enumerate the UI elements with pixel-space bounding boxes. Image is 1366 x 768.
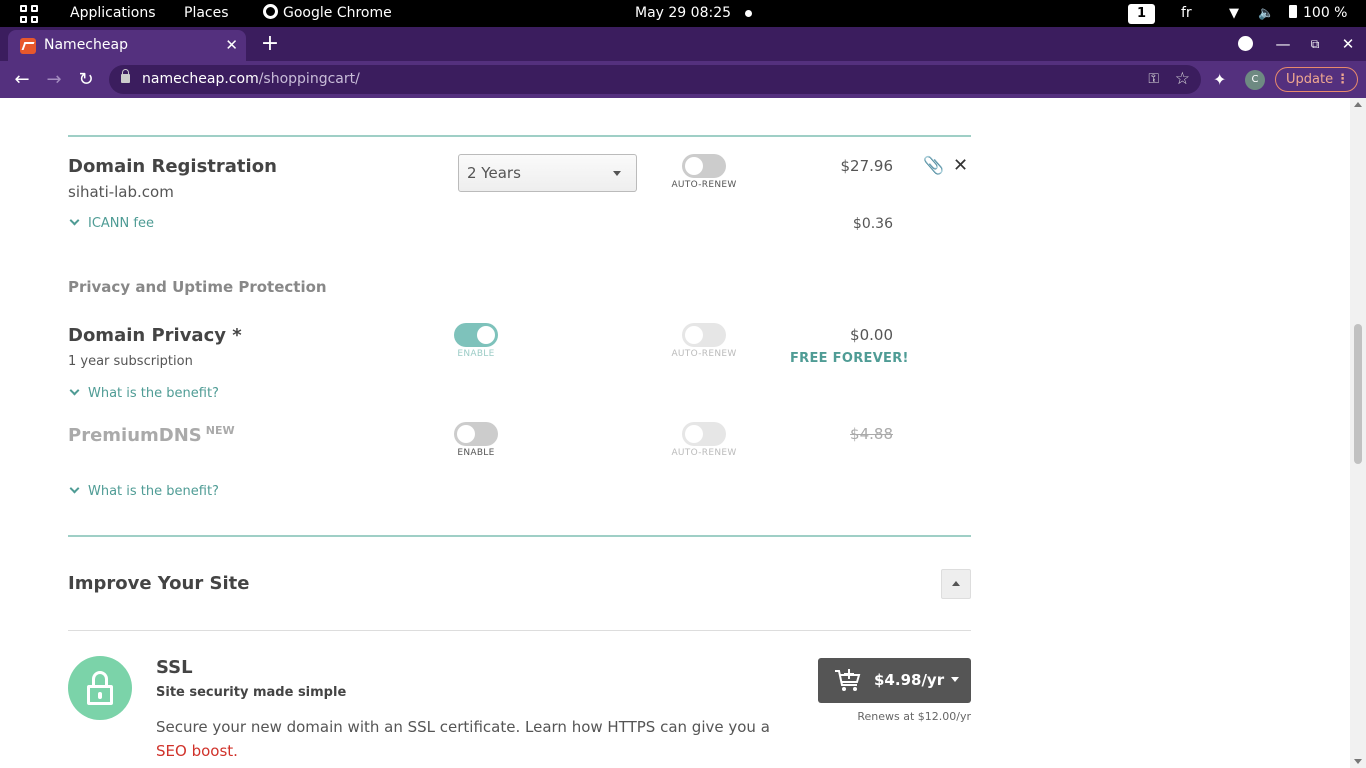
- ssl-title: SSL: [156, 657, 193, 678]
- section-divider: [68, 135, 971, 137]
- domain-auto-renew-toggle[interactable]: [682, 154, 726, 178]
- premium-dns-price: $4.88: [850, 425, 893, 443]
- update-label: Update: [1286, 72, 1334, 87]
- ssl-price: $4.98/yr: [874, 671, 945, 689]
- applications-menu[interactable]: Applications: [70, 0, 156, 27]
- app-name: Google Chrome: [283, 5, 392, 21]
- chrome-icon: [263, 4, 278, 19]
- battery-level: 100 %: [1303, 5, 1348, 21]
- domain-privacy-enable-toggle[interactable]: [454, 323, 498, 347]
- premium-dns-enable-toggle[interactable]: [454, 422, 498, 446]
- tab-title: Namecheap: [44, 37, 128, 53]
- chevron-down-icon: [69, 385, 80, 396]
- ssl-description: Secure your new domain with an SSL certi…: [156, 718, 770, 736]
- new-badge: NEW: [205, 424, 235, 437]
- password-key-icon[interactable]: ⚿: [1148, 65, 1159, 94]
- divider: [68, 630, 971, 631]
- minimize-button[interactable]: —: [1272, 27, 1294, 61]
- chevron-down-icon: [69, 215, 80, 226]
- close-tab-icon[interactable]: ✕: [225, 30, 238, 61]
- scrollbar-thumb[interactable]: [1354, 324, 1362, 464]
- domain-name: sihati-lab.com: [68, 183, 174, 201]
- battery-status[interactable]: 100 %: [1289, 0, 1347, 27]
- free-forever-badge: FREE FOREVER!: [790, 351, 909, 366]
- auto-renew-label: AUTO-RENEW: [671, 180, 737, 190]
- benefit-link-label: What is the benefit?: [88, 484, 219, 499]
- volume-icon[interactable]: 🔈: [1258, 0, 1274, 27]
- tab-namecheap[interactable]: Namecheap ✕: [8, 30, 246, 61]
- premium-dns-title: PremiumDNS NEW: [68, 424, 235, 446]
- profile-avatar[interactable]: C: [1245, 70, 1265, 90]
- app-menu[interactable]: Google Chrome: [263, 0, 392, 27]
- premium-dns-benefit-link[interactable]: What is the benefit?: [68, 483, 219, 499]
- scroll-up-icon[interactable]: [1354, 102, 1362, 107]
- workspace-indicator[interactable]: 1: [1128, 4, 1155, 24]
- enable-label: ENABLE: [457, 349, 495, 359]
- bookmark-star-icon[interactable]: ☆: [1175, 65, 1190, 94]
- app-grid-icon[interactable]: [20, 5, 38, 23]
- url-domain: namecheap.com: [142, 71, 259, 87]
- auto-renew-label: AUTO-RENEW: [671, 349, 737, 359]
- lock-icon[interactable]: [121, 69, 130, 83]
- close-window-button[interactable]: ✕: [1337, 27, 1359, 61]
- domain-privacy-auto-renew-toggle[interactable]: [682, 323, 726, 347]
- registration-period-value: 2 Years: [467, 164, 521, 182]
- collapse-section-button[interactable]: [941, 569, 971, 599]
- more-menu-icon[interactable]: ⋮: [1336, 68, 1349, 91]
- forward-button[interactable]: →: [42, 61, 66, 98]
- ssl-tagline: Site security made simple: [156, 685, 347, 700]
- system-top-bar: Applications Places Google Chrome May 29…: [0, 0, 1366, 27]
- namecheap-favicon-icon: [20, 38, 36, 54]
- chevron-down-icon[interactable]: [951, 677, 959, 682]
- add-ssl-to-cart-button[interactable]: $4.98/yr: [818, 658, 971, 703]
- reload-button[interactable]: ↻: [74, 61, 98, 98]
- extensions-puzzle-icon[interactable]: ✦: [1213, 61, 1226, 98]
- tab-strip: Namecheap ✕: [0, 27, 1366, 61]
- paperclip-icon[interactable]: 📎: [923, 156, 944, 176]
- maximize-button[interactable]: ⧉: [1304, 27, 1326, 61]
- registration-period-select[interactable]: 2 Years: [458, 154, 637, 192]
- premium-dns-name: PremiumDNS: [68, 425, 202, 446]
- scroll-down-icon[interactable]: [1354, 759, 1362, 764]
- domain-registration-title: Domain Registration: [68, 156, 277, 177]
- add-to-cart-icon: [835, 669, 861, 691]
- update-button[interactable]: Update ⋮: [1275, 67, 1358, 92]
- back-button[interactable]: ←: [10, 61, 34, 98]
- icann-fee-label: ICANN fee: [88, 216, 154, 231]
- remove-item-close-icon[interactable]: ✕: [953, 155, 968, 176]
- url-text[interactable]: namecheap.com/shoppingcart/: [142, 65, 360, 94]
- keyboard-layout[interactable]: fr: [1181, 0, 1192, 27]
- page-content: Domain Registration sihati-lab.com 2 Yea…: [0, 98, 1350, 768]
- clock[interactable]: May 29 08:25: [635, 0, 731, 27]
- ssl-lock-icon: [68, 656, 132, 720]
- domain-privacy-subtitle: 1 year subscription: [68, 354, 193, 369]
- domain-privacy-title: Domain Privacy *: [68, 325, 242, 346]
- improve-site-title: Improve Your Site: [68, 573, 250, 594]
- chevron-down-icon: [69, 483, 80, 494]
- recording-indicator-icon: [745, 10, 752, 17]
- icann-fee-price: $0.36: [852, 216, 893, 232]
- privacy-section-title: Privacy and Uptime Protection: [68, 278, 327, 296]
- icann-fee-toggle[interactable]: ICANN fee: [68, 215, 154, 231]
- ssl-renewal-note: Renews at $12.00/yr: [857, 710, 971, 723]
- tab-search-icon[interactable]: [1234, 27, 1256, 61]
- wifi-icon[interactable]: ▼: [1229, 0, 1239, 27]
- battery-icon: [1289, 5, 1297, 18]
- page-scrollbar[interactable]: [1350, 98, 1366, 768]
- url-path: /shoppingcart/: [258, 71, 360, 87]
- places-menu[interactable]: Places: [184, 0, 229, 27]
- domain-privacy-benefit-link[interactable]: What is the benefit?: [68, 385, 219, 401]
- domain-price: $27.96: [840, 157, 894, 175]
- premium-dns-auto-renew-toggle[interactable]: [682, 422, 726, 446]
- seo-boost-link[interactable]: SEO boost.: [156, 742, 238, 760]
- auto-renew-label: AUTO-RENEW: [671, 448, 737, 458]
- browser-toolbar: ← → ↻ namecheap.com/shoppingcart/ ⚿ ☆: [0, 61, 1366, 98]
- domain-privacy-price: $0.00: [850, 326, 893, 344]
- section-divider: [68, 535, 971, 537]
- chevron-down-icon: [613, 171, 621, 176]
- address-bar[interactable]: namecheap.com/shoppingcart/ ⚿ ☆: [109, 65, 1201, 94]
- enable-label: ENABLE: [457, 448, 495, 458]
- benefit-link-label: What is the benefit?: [88, 386, 219, 401]
- new-tab-button[interactable]: +: [259, 27, 281, 61]
